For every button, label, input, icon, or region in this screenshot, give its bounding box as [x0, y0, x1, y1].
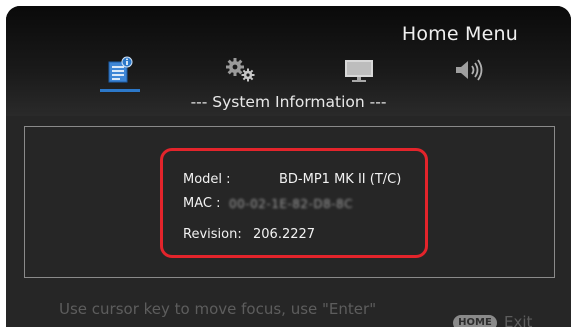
menu-title: Home Menu	[401, 23, 518, 45]
active-tab-indicator	[100, 89, 140, 92]
home-key-badge[interactable]: HOME	[453, 315, 497, 327]
revision-value: 206.2227	[253, 227, 316, 242]
menu-header: Home Menu --- System Information ---	[6, 6, 571, 116]
navigation-hint: Use cursor key to move focus, use "Enter…	[59, 300, 377, 318]
model-label: Model :	[183, 172, 231, 187]
system-info-highlight: Model : BD-MP1 MK II (T/C) MAC : 00-02-1…	[160, 148, 428, 258]
system-info-icon	[106, 56, 134, 84]
info-frame: Model : BD-MP1 MK II (T/C) MAC : 00-02-1…	[24, 126, 555, 278]
monitor-icon	[343, 56, 375, 84]
home-menu-screen: Home Menu --- System Information --- Mod…	[6, 6, 571, 327]
tab-display[interactable]	[343, 56, 375, 84]
mac-value: 00-02-1E-82-D8-8C	[229, 197, 353, 212]
settings-gears-icon	[224, 56, 258, 84]
section-title: --- System Information ---	[190, 93, 387, 111]
mac-address-blurred: 00-02-1E-82-D8-8C	[229, 197, 354, 211]
revision-label: Revision:	[183, 227, 242, 242]
tab-settings[interactable]	[224, 56, 258, 84]
system-information-panel: Model : BD-MP1 MK II (T/C) MAC : 00-02-1…	[6, 116, 571, 327]
speaker-icon	[453, 56, 487, 84]
mac-label: MAC :	[183, 196, 221, 211]
tab-audio[interactable]	[453, 56, 487, 84]
tab-system-information[interactable]	[106, 56, 134, 84]
exit-label: Exit	[504, 313, 533, 327]
model-value: BD-MP1 MK II (T/C)	[279, 172, 402, 187]
